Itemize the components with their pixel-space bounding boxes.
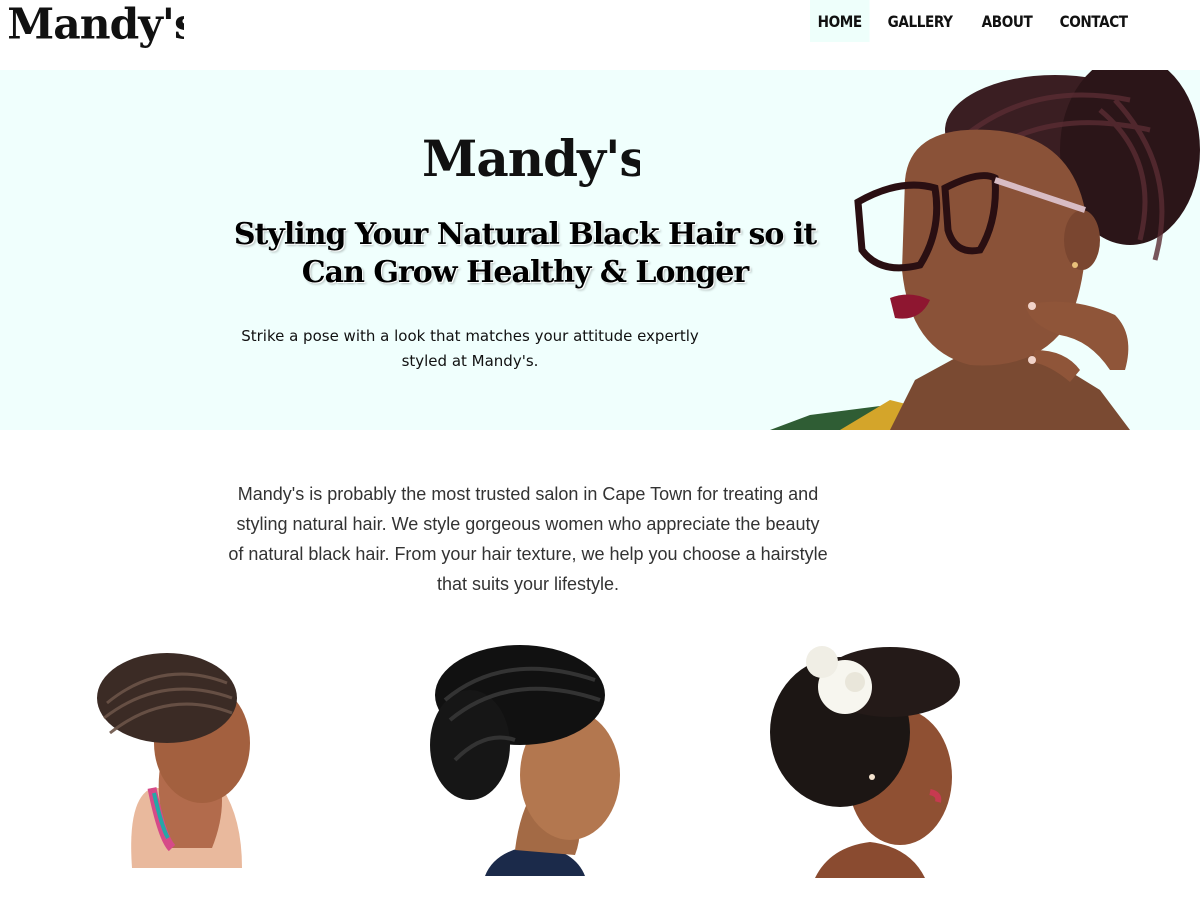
hero-logo: Mandy's	[422, 129, 640, 188]
hero-title: Styling Your Natural Black Hair so it Ca…	[233, 217, 817, 290]
hero-portrait-image	[770, 70, 1200, 430]
portrait-image-1	[97, 653, 250, 868]
hero-logo-text: Mandy's	[422, 129, 640, 188]
brand-logo[interactable]: Mandy's	[4, 2, 184, 56]
brand-logo-text: Mandy's	[7, 2, 184, 50]
nav-about[interactable]: ABOUT	[974, 0, 1040, 42]
nav-gallery[interactable]: GALLERY	[880, 0, 960, 42]
main-nav: HOME GALLERY ABOUT CONTACT	[810, 0, 1150, 42]
nav-home[interactable]: HOME	[810, 0, 870, 42]
hero-section: Mandy's Styling Your Natural Black Hair …	[0, 70, 1200, 430]
nav-contact[interactable]: CONTACT	[1052, 0, 1135, 42]
intro-paragraph: Mandy's is probably the most trusted sal…	[228, 484, 828, 594]
site-header: Mandy's HOME GALLERY ABOUT CONTACT	[0, 0, 1200, 70]
hero-subtitle: Strike a pose with a look that matches y…	[241, 327, 699, 370]
portrait-image-3	[770, 646, 968, 878]
portrait-image-2	[430, 644, 630, 876]
